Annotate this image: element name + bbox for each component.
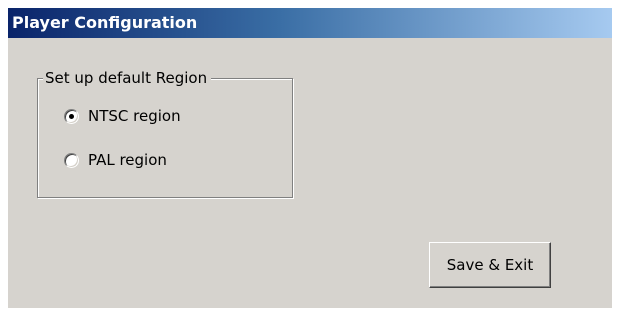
region-group-legend: Set up default Region — [43, 68, 212, 88]
player-configuration-window: Player Configuration Set up default Regi… — [8, 8, 612, 308]
region-groupbox: Set up default Region NTSC region PAL re… — [37, 68, 293, 198]
save-exit-button[interactable]: Save & Exit — [429, 242, 551, 288]
radio-ntsc-region[interactable]: NTSC region — [64, 105, 181, 127]
radio-button-icon[interactable] — [64, 108, 79, 124]
window-title: Player Configuration — [12, 13, 198, 32]
radio-selected-dot-icon — [69, 113, 74, 119]
radio-button-icon[interactable] — [64, 152, 79, 168]
radio-pal-label[interactable]: PAL region — [88, 151, 167, 169]
radio-ntsc-label[interactable]: NTSC region — [88, 107, 181, 125]
radio-pal-region[interactable]: PAL region — [64, 149, 167, 171]
title-bar[interactable]: Player Configuration — [8, 8, 612, 38]
